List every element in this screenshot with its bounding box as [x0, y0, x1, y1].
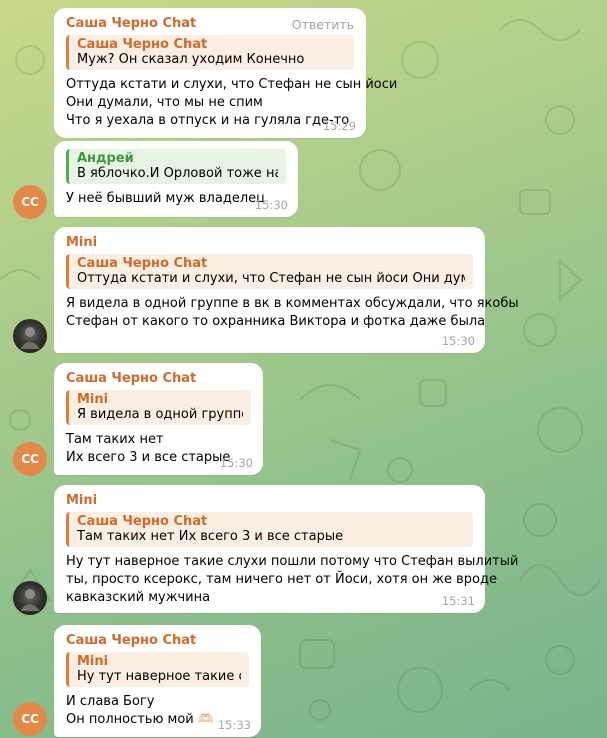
avatar[interactable] — [13, 319, 47, 353]
message-time: 15:31 — [441, 594, 475, 608]
message-time: 15:30 — [441, 334, 475, 348]
reply-quote-sender: Mini — [77, 392, 109, 407]
message-time: 15:30 — [254, 198, 288, 212]
sender-name[interactable]: Саша Черно Chat — [66, 371, 251, 386]
message-text-line: Там таких нет — [66, 432, 164, 447]
reply-quote-text: Я видела в одной группе ... — [77, 407, 243, 422]
message-text-line: Ну тут наверное такие слухи пошли потому… — [66, 554, 519, 569]
message-bubble[interactable]: Саша Черно Chat Mini Ну тут наверное так… — [54, 625, 261, 737]
message-text-line: И слава Богу — [66, 694, 155, 709]
message-text-line: Стефан от какого то охранника Виктора и … — [66, 314, 486, 329]
reply-quote[interactable]: Mini Я видела в одной группе ... — [66, 390, 251, 425]
message-time: 15:29 — [322, 119, 356, 133]
reply-quote-text: Оттуда кстати и слухи, что Стефан не сын… — [77, 271, 465, 286]
reply-quote[interactable]: Саша Черно Chat Оттуда кстати и слухи, ч… — [66, 254, 473, 289]
message-bubble[interactable]: Mini Саша Черно Chat Оттуда кстати и слу… — [54, 227, 519, 353]
message-text-line: Что я уехала в отпуск и на гуляла где-то — [66, 113, 350, 128]
message-text-line: Оттуда кстати и слухи, что Стефан не сын… — [66, 77, 398, 92]
reply-quote-sender: Саша Черно Chat — [77, 514, 208, 529]
avatar[interactable]: СС — [13, 702, 47, 736]
message-bubble[interactable]: Андрей В яблочко.И Орловой тоже на... У … — [54, 141, 298, 217]
reply-quote[interactable]: Саша Черно Chat Муж? Он сказал уходим Ко… — [66, 35, 354, 70]
message-text-line: кавказский мужчина — [66, 590, 211, 605]
message-text-line: ты, просто ксерокс, там ничего нет от Йо… — [66, 572, 497, 587]
reply-quote-text: Муж? Он сказал уходим Конечно — [77, 52, 305, 67]
reply-quote-sender: Саша Черно Chat — [77, 37, 208, 52]
reply-quote[interactable]: Саша Черно Chat Там таких нет Их всего 3… — [66, 512, 473, 547]
message-text-line: У неё бывший муж владелец — [66, 191, 265, 206]
sender-name[interactable]: Mini — [66, 493, 473, 508]
reply-quote[interactable]: Mini Ну тут наверное такие сл... — [66, 652, 249, 687]
message-bubble[interactable]: Саша Черно Chat Mini Я видела в одной гр… — [54, 363, 263, 475]
reply-quote-sender: Саша Черно Chat — [77, 256, 208, 271]
reply-quote-sender: Андрей — [77, 151, 134, 166]
avatar-photo-icon — [20, 327, 40, 349]
avatar[interactable]: СС — [13, 442, 47, 476]
reply-quote-text: Ну тут наверное такие сл... — [77, 669, 241, 684]
message-bubble[interactable]: Саша Черно Chat Ответить Саша Черно Chat… — [54, 8, 398, 138]
message-text-line: Они думали, что мы не спим — [66, 95, 263, 110]
sender-name[interactable]: Саша Черно Chat — [66, 633, 249, 648]
reply-quote[interactable]: Андрей В яблочко.И Орловой тоже на... — [66, 149, 286, 184]
message-text-line: Я видела в одной группе в вк в комментах… — [66, 296, 519, 311]
reply-quote-text: Там таких нет Их всего 3 и все старые — [77, 529, 344, 544]
message-time: 15:30 — [219, 456, 253, 470]
reply-quote-sender: Mini — [77, 654, 109, 669]
avatar[interactable]: СС — [13, 185, 47, 219]
avatar[interactable] — [13, 581, 47, 615]
message-bubble[interactable]: Mini Саша Черно Chat Там таких нет Их вс… — [54, 485, 519, 613]
avatar-photo-icon — [20, 589, 40, 611]
sender-name[interactable]: Mini — [66, 235, 473, 250]
reply-button[interactable]: Ответить — [292, 17, 354, 32]
reply-quote-text: В яблочко.И Орловой тоже на... — [77, 166, 278, 181]
message-time: 15:33 — [217, 718, 251, 732]
